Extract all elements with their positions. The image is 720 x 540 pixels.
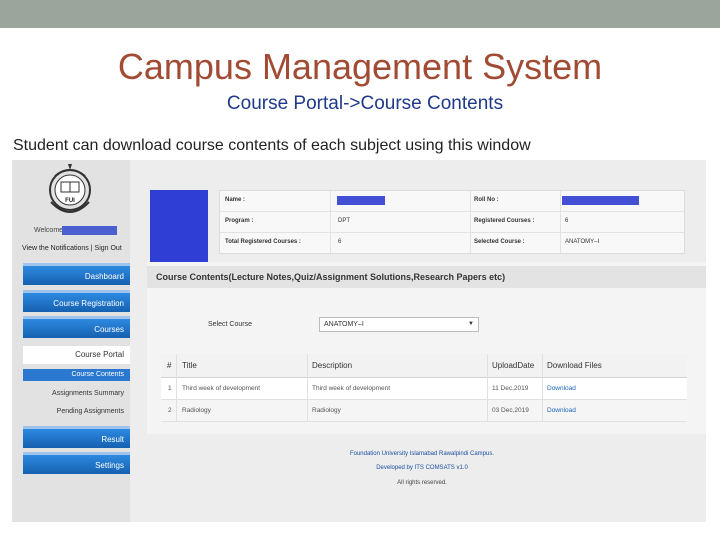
welcome-name-redacted bbox=[62, 226, 117, 235]
sidebar: FUI Welcome View the Notifications | Sig… bbox=[12, 160, 130, 522]
footer-campus: Foundation University Islamabad Rawalpin… bbox=[349, 451, 495, 457]
course-contents-table: # Title Description UploadDate Download … bbox=[161, 354, 687, 422]
dropdown-arrow-icon: ▼ bbox=[468, 321, 474, 327]
footer-developer: Developed by ITS COMSATS v1.0 bbox=[376, 465, 468, 471]
header-upload-date: UploadDate bbox=[492, 361, 535, 370]
course-contents-panel: Course Contents(Lecture Notes,Quiz/Assig… bbox=[147, 262, 706, 434]
slide: Campus Management System Course Portal->… bbox=[0, 0, 720, 540]
nav-course-contents[interactable]: Course Contents bbox=[23, 369, 130, 381]
logo-text: FUI bbox=[65, 198, 75, 204]
nav-settings[interactable]: Settings bbox=[23, 452, 130, 474]
registered-courses-label: Registered Courses : bbox=[474, 218, 535, 224]
footer-rights: All rights reserved. bbox=[397, 480, 447, 486]
row-title: Third week of development bbox=[182, 385, 261, 392]
download-link[interactable]: Download bbox=[547, 378, 576, 400]
nav-course-portal[interactable]: Course Portal bbox=[23, 346, 130, 364]
row-num: 1 bbox=[168, 385, 172, 392]
program-value: DPT bbox=[338, 218, 350, 224]
row-num: 2 bbox=[168, 407, 172, 414]
info-col-divider bbox=[560, 191, 561, 253]
welcome-label: Welcome bbox=[34, 227, 64, 234]
program-label: Program : bbox=[225, 218, 254, 224]
student-info-table: Name : Roll No : Program : DPT Registere… bbox=[219, 190, 685, 254]
info-row-divider bbox=[220, 232, 684, 233]
total-courses-value: 6 bbox=[338, 239, 342, 245]
row-upload-date: 11 Dec,2019 bbox=[492, 385, 529, 392]
header-download-files: Download Files bbox=[547, 361, 602, 370]
user-links: View the Notifications | Sign Out bbox=[22, 245, 122, 252]
select-course-dropdown[interactable]: ANATOMY–I ▼ bbox=[319, 317, 479, 332]
table-row: 1 Third week of development Third week o… bbox=[161, 378, 687, 400]
nav-pending-assignments[interactable]: Pending Assignments bbox=[23, 408, 130, 415]
table-row: 2 Radiology Radiology 03 Dec,2019 Downlo… bbox=[161, 400, 687, 422]
top-bar bbox=[0, 0, 720, 28]
roll-value-redacted bbox=[562, 196, 639, 205]
university-logo-icon: FUI bbox=[49, 164, 91, 213]
student-photo-redacted bbox=[150, 190, 208, 262]
row-upload-date: 03 Dec,2019 bbox=[492, 407, 529, 414]
table-col-divider bbox=[542, 354, 543, 422]
row-description: Third week of development bbox=[312, 385, 391, 392]
row-title: Radiology bbox=[182, 407, 211, 414]
nav-courses[interactable]: Courses bbox=[23, 316, 130, 338]
sign-out-link[interactable]: Sign Out bbox=[95, 245, 122, 252]
nav-result[interactable]: Result bbox=[23, 426, 130, 448]
select-course-label: Select Course bbox=[208, 321, 252, 328]
link-separator: | bbox=[90, 245, 93, 252]
header-title: Title bbox=[182, 361, 197, 370]
row-description: Radiology bbox=[312, 407, 341, 414]
course-contents-header: Course Contents(Lecture Notes,Quiz/Assig… bbox=[147, 266, 706, 288]
header-num: # bbox=[167, 361, 172, 370]
name-label: Name : bbox=[225, 197, 246, 203]
select-course-value: ANATOMY–I bbox=[324, 321, 364, 328]
table-col-divider bbox=[307, 354, 308, 422]
portal-screenshot: FUI Welcome View the Notifications | Sig… bbox=[12, 160, 706, 522]
total-courses-label: Total Registered Courses : bbox=[225, 239, 301, 245]
table-header-row: # Title Description UploadDate Download … bbox=[161, 354, 687, 378]
header-description: Description bbox=[312, 361, 353, 370]
nav-course-registration[interactable]: Course Registration bbox=[23, 290, 130, 312]
table-col-divider bbox=[176, 354, 177, 422]
slide-subtitle: Course Portal->Course Contents bbox=[226, 93, 504, 114]
download-link[interactable]: Download bbox=[547, 400, 576, 422]
info-col-divider bbox=[330, 191, 331, 253]
selected-course-label: Selected Course : bbox=[474, 239, 525, 245]
roll-label: Roll No : bbox=[474, 197, 499, 203]
selected-course-value: ANATOMY–I bbox=[565, 239, 600, 245]
notifications-link[interactable]: View the Notifications bbox=[22, 245, 89, 252]
table-col-divider bbox=[487, 354, 488, 422]
slide-caption: Student can download course contents of … bbox=[13, 137, 531, 154]
name-value-redacted bbox=[337, 196, 385, 205]
info-col-divider bbox=[470, 191, 471, 253]
slide-title: Campus Management System bbox=[117, 46, 603, 87]
info-row-divider bbox=[220, 211, 684, 212]
registered-courses-value: 6 bbox=[565, 218, 569, 224]
nav-dashboard[interactable]: Dashboard bbox=[23, 263, 130, 285]
nav-assignments-summary[interactable]: Assignments Summary bbox=[23, 390, 130, 397]
